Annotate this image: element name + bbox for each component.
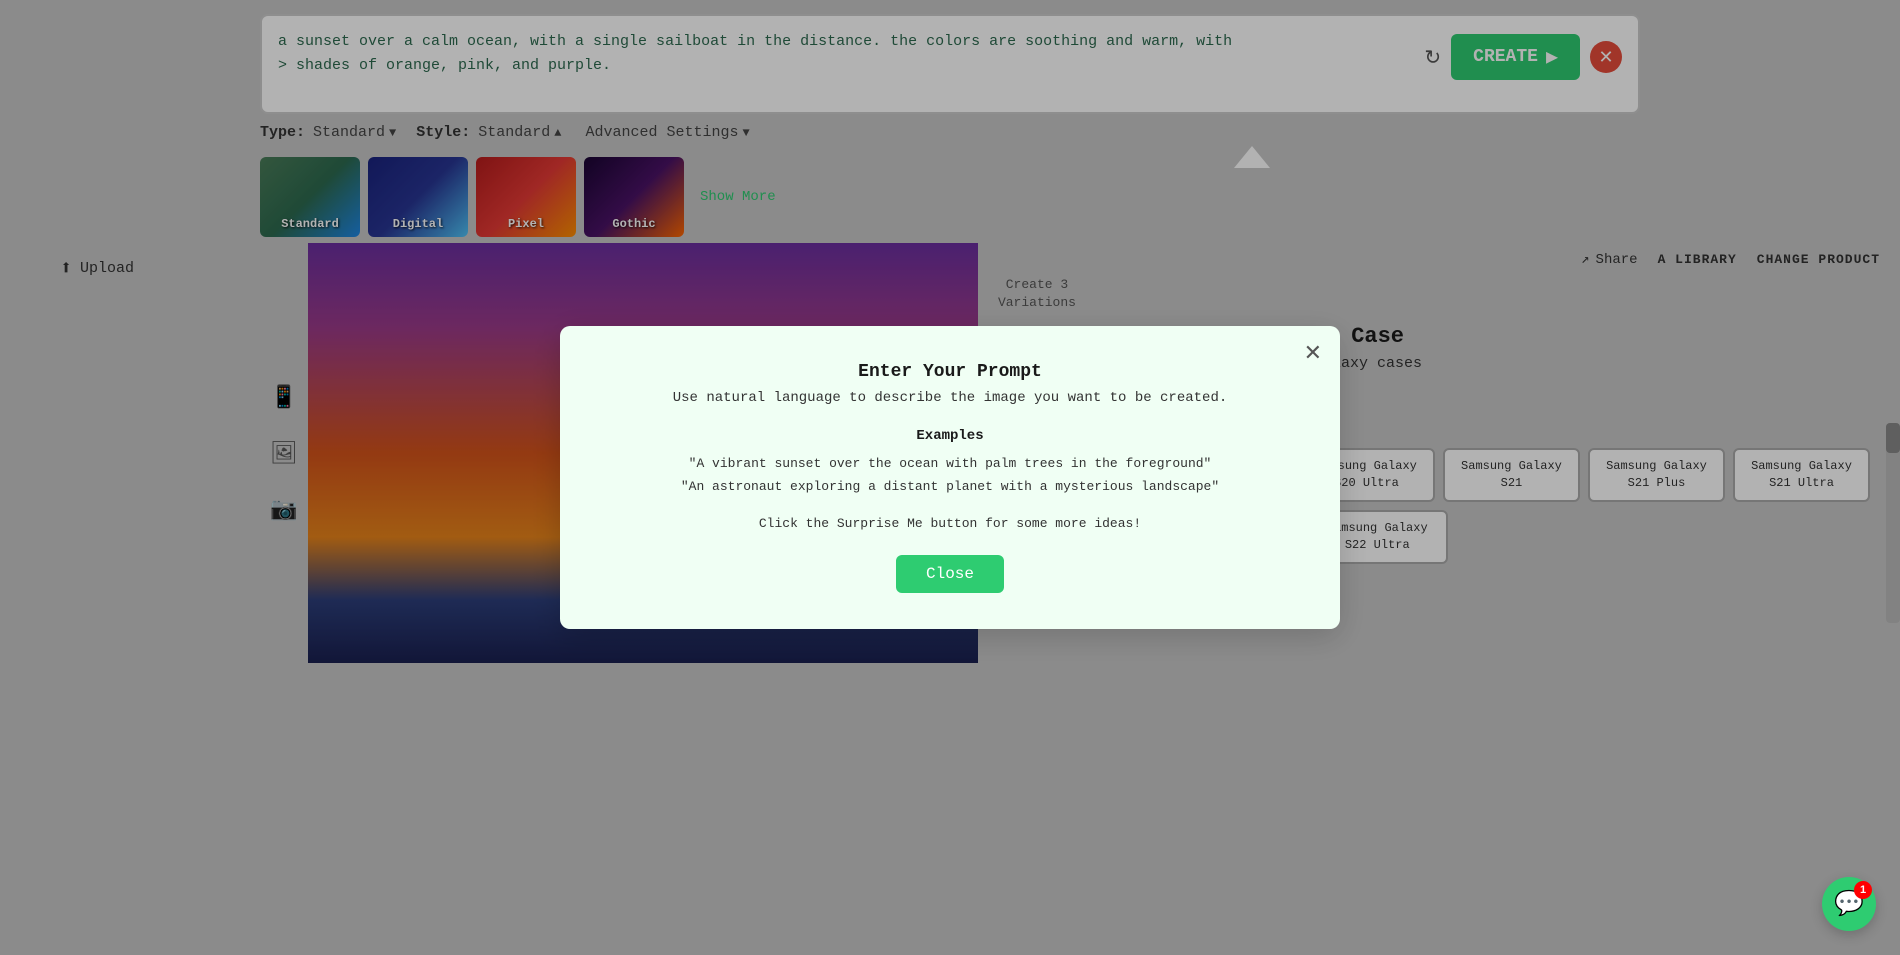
modal-examples-title: Examples [600, 428, 1300, 444]
modal-subtitle: Use natural language to describe the ima… [600, 390, 1300, 406]
modal-example2: "An astronaut exploring a distant planet… [600, 475, 1300, 498]
chat-bubble[interactable]: 💬 1 [1822, 877, 1876, 931]
modal-overlay: ✕ Enter Your Prompt Use natural language… [0, 0, 1900, 955]
modal-title: Enter Your Prompt [600, 362, 1300, 382]
modal-close-button[interactable]: Close [896, 555, 1004, 593]
chat-badge: 1 [1854, 881, 1872, 899]
modal-hint: Click the Surprise Me button for some mo… [600, 516, 1300, 531]
modal-box: ✕ Enter Your Prompt Use natural language… [560, 326, 1340, 630]
modal-example1: "A vibrant sunset over the ocean with pa… [600, 452, 1300, 475]
modal-x-button[interactable]: ✕ [1304, 340, 1322, 366]
